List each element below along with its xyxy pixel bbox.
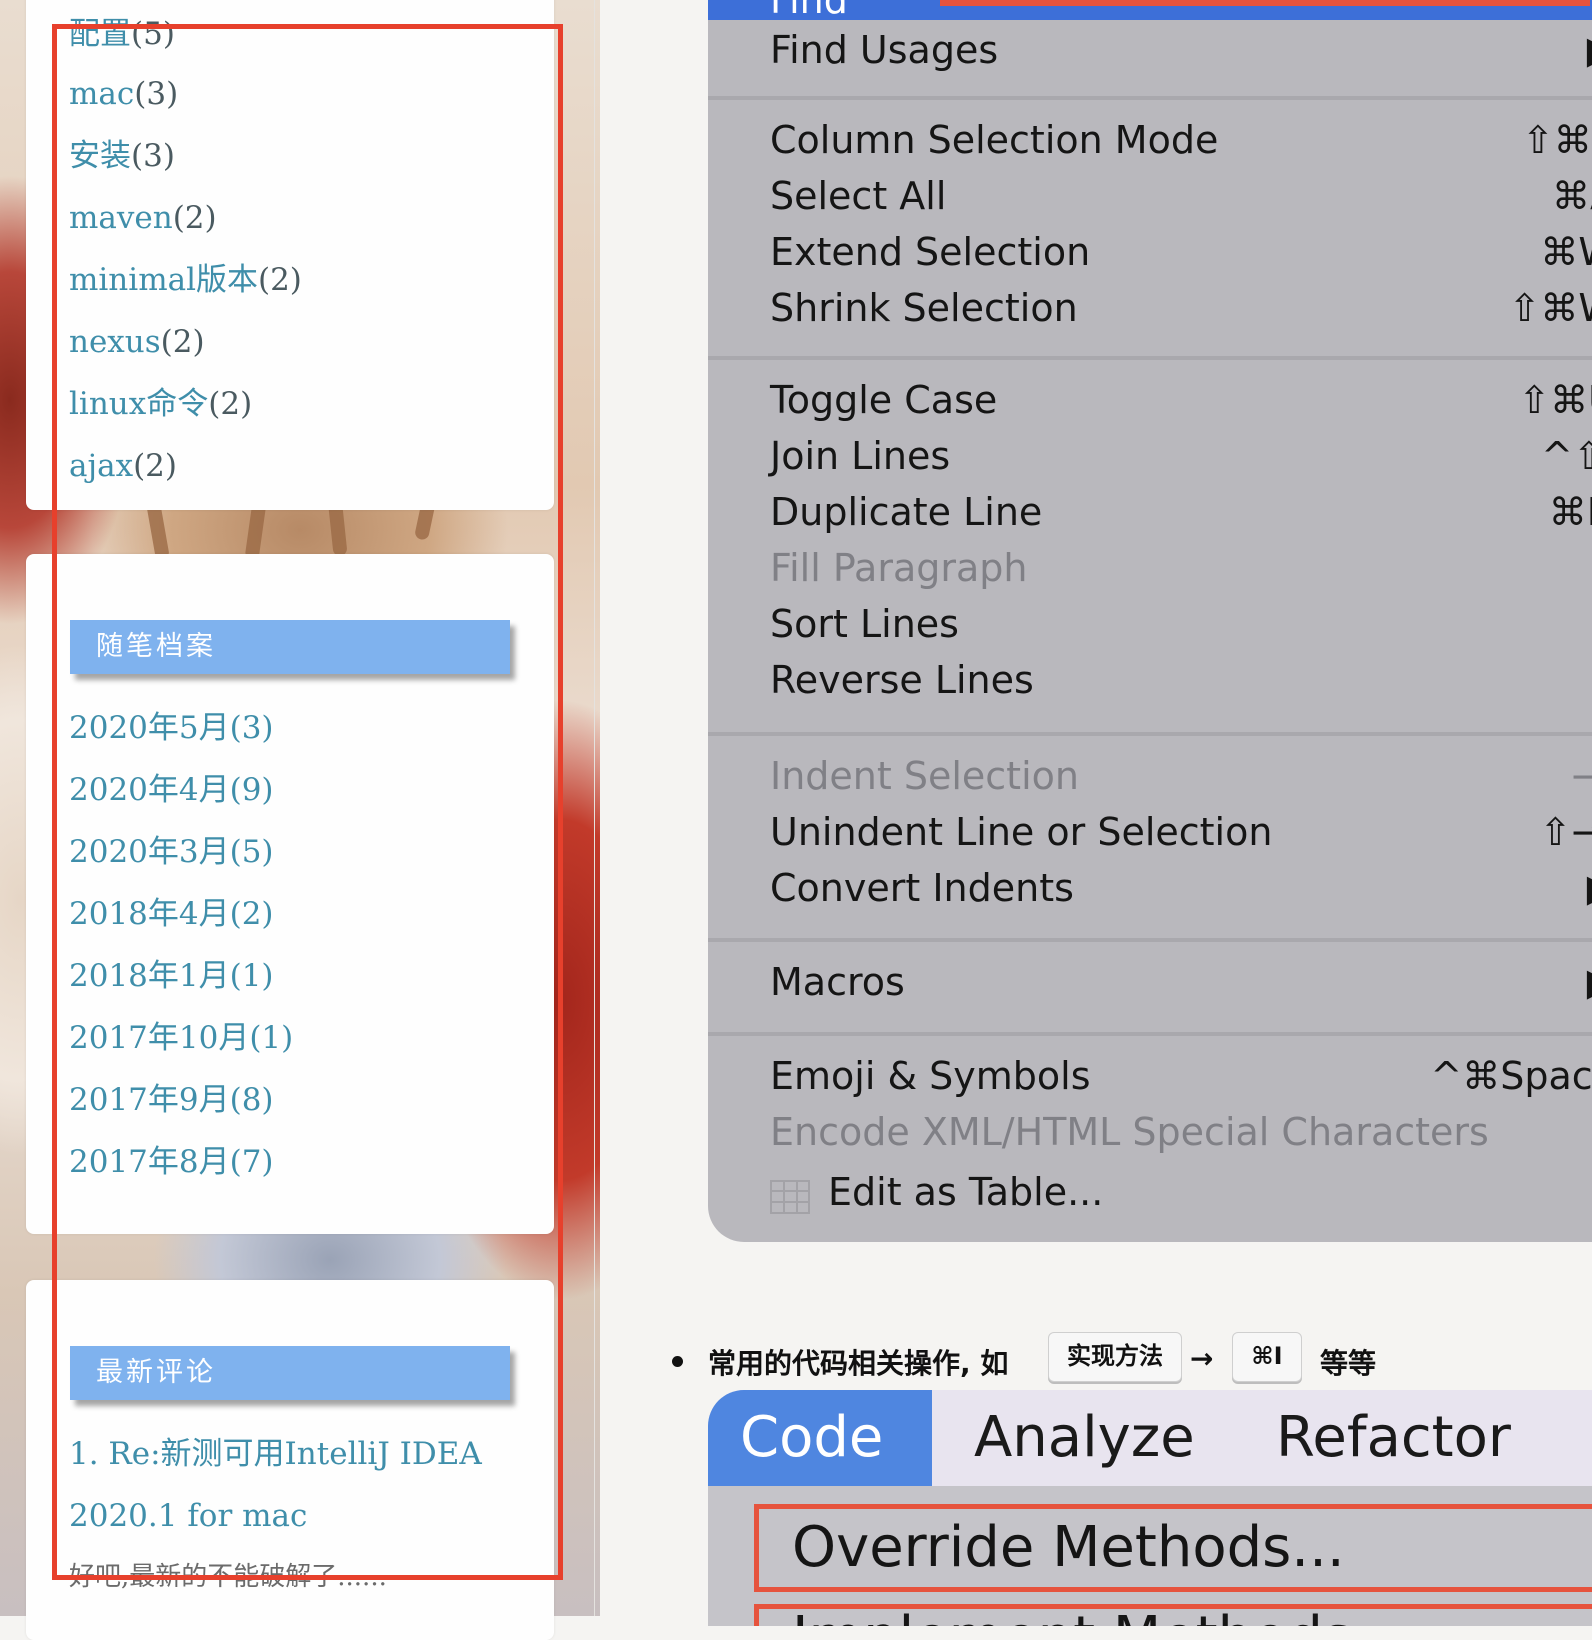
menu-analyze[interactable]: Analyze: [974, 1402, 1195, 1474]
shortcut: ⇧⌘W: [1508, 286, 1592, 330]
menu-separator: [708, 732, 1592, 736]
menu-item-encode-xml: Encode XML/HTML Special Characters: [770, 1110, 1489, 1154]
menu-separator: [708, 356, 1592, 360]
menu-item-override-methods[interactable]: Override Methods...: [792, 1508, 1345, 1588]
bullet-icon: [672, 1356, 683, 1367]
submenu-arrow-icon: ▶: [1587, 24, 1592, 76]
menu-item-reverse-lines[interactable]: Reverse Lines: [770, 654, 1034, 706]
menu-item-find[interactable]: Find: [770, 0, 848, 22]
shortcut: ^⌘Space: [1430, 1054, 1592, 1098]
table-icon: [770, 1180, 810, 1214]
submenu-arrow-icon: ▶: [1587, 862, 1592, 914]
menu-item-select-all[interactable]: Select All: [770, 170, 946, 222]
kbd-implement: 实现方法: [1048, 1332, 1182, 1382]
shortcut: ⌘D: [1548, 490, 1592, 534]
highlight-box: [52, 24, 563, 1580]
menu-item-unindent[interactable]: Unindent Line or Selection: [770, 806, 1272, 858]
menu-refactor[interactable]: Refactor: [1276, 1402, 1511, 1474]
menu-item-sort-lines[interactable]: Sort Lines: [770, 598, 959, 650]
menu-item-join-lines[interactable]: Join Lines: [770, 430, 950, 482]
highlight-bar: [940, 0, 1590, 6]
shortcut: ⇧⌘U: [1518, 378, 1592, 422]
menu-item-column-selection[interactable]: Column Selection Mode: [770, 114, 1218, 166]
divider: [594, 0, 595, 1616]
menu-bar: Code Analyze Refactor: [708, 1390, 1592, 1486]
menu-code[interactable]: Code: [740, 1402, 883, 1474]
menu-item-implement-methods[interactable]: Implement Methods...: [792, 1598, 1405, 1626]
menu-item-extend-selection[interactable]: Extend Selection: [770, 226, 1090, 278]
menu-item-duplicate-line[interactable]: Duplicate Line: [770, 486, 1042, 538]
menu-item-fill-paragraph: Fill Paragraph: [770, 546, 1028, 590]
note-text: 常用的代码相关操作, 如: [708, 1347, 1009, 1380]
menu-item-convert-indents[interactable]: Convert Indents: [770, 862, 1074, 914]
menu-item-indent-selection: Indent Selection: [770, 754, 1079, 798]
menu-item-edit-as-table[interactable]: Edit as Table...: [828, 1166, 1103, 1218]
shortcut: ⇧→|: [1539, 810, 1592, 854]
code-menu-dropdown: Override Methods... Implement Methods...: [708, 1486, 1592, 1626]
shortcut: ⇧⌘8: [1521, 118, 1592, 162]
menu-separator: [708, 1032, 1592, 1036]
submenu-arrow-icon: ▶: [1587, 956, 1592, 1008]
arrow-icon: →: [1190, 1342, 1214, 1375]
note-suffix: 等等: [1320, 1347, 1377, 1380]
shortcut: ⌘A: [1552, 174, 1592, 218]
shortcut: ⌘W: [1540, 230, 1592, 274]
shortcut: →|: [1571, 754, 1592, 798]
shortcut: ^⇧J: [1541, 434, 1592, 478]
menu-separator: [708, 96, 1592, 100]
menu-separator: [708, 938, 1592, 942]
menu-item-macros[interactable]: Macros: [770, 956, 905, 1008]
menu-item-emoji-symbols[interactable]: Emoji & Symbols: [770, 1050, 1091, 1102]
kbd-cmd-i: ⌘I: [1232, 1332, 1302, 1382]
menu-item-find-usages[interactable]: Find Usages: [770, 24, 998, 76]
edit-menu: Find Find Usages ▶ Column Selection Mode…: [708, 0, 1592, 1242]
menu-item-toggle-case[interactable]: Toggle Case: [770, 374, 997, 426]
menu-item-shrink-selection[interactable]: Shrink Selection: [770, 282, 1078, 334]
